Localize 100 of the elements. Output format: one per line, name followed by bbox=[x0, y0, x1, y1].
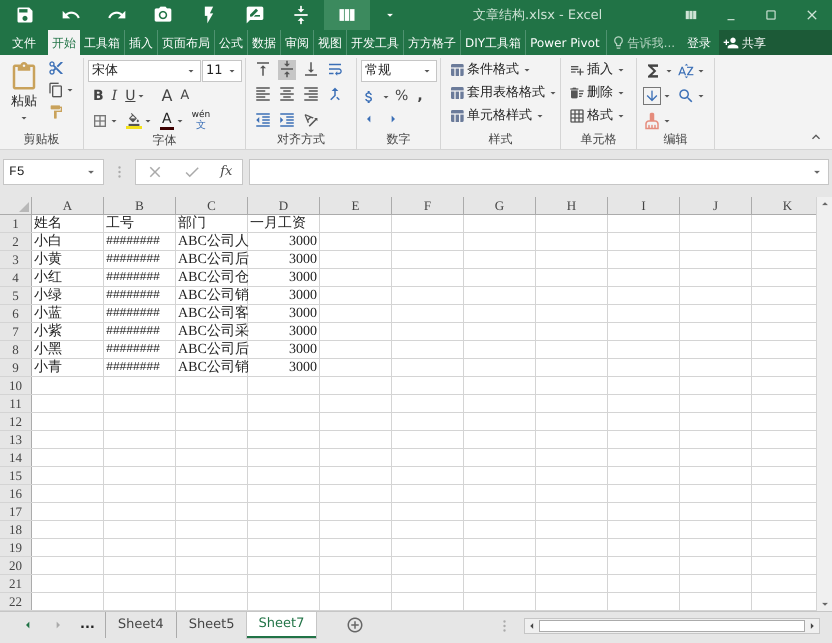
sheet-tab[interactable]: Sheet7 bbox=[246, 612, 316, 638]
column-header[interactable]: H bbox=[536, 197, 608, 214]
table-style-icon bbox=[449, 84, 465, 100]
column-header[interactable]: J bbox=[680, 197, 752, 214]
styles-menu-button[interactable]: 单元格样式 bbox=[449, 106, 559, 125]
column-header[interactable]: I bbox=[608, 197, 680, 214]
row-header[interactable]: 9 bbox=[0, 359, 32, 376]
ribbon-tab[interactable]: 工具箱 bbox=[80, 30, 124, 55]
table-cell: ######## bbox=[104, 269, 176, 286]
row-header[interactable]: 16 bbox=[0, 485, 32, 502]
row-header[interactable]: 20 bbox=[0, 557, 32, 574]
table-cell: ######## bbox=[104, 359, 176, 376]
indent-decrease-icon[interactable] bbox=[254, 110, 272, 129]
border-icon[interactable] bbox=[92, 113, 108, 129]
table-cell: 小蓝 bbox=[32, 305, 104, 322]
row-header[interactable]: 2 bbox=[0, 233, 32, 250]
number-format-field[interactable]: 常规 bbox=[361, 60, 437, 82]
row-header[interactable]: 10 bbox=[0, 377, 32, 394]
row-header[interactable]: 19 bbox=[0, 539, 32, 556]
column-header[interactable]: F bbox=[392, 197, 464, 214]
save-icon bbox=[15, 5, 35, 25]
table-cell: 部门 bbox=[176, 215, 248, 232]
horizontal-scrollbar[interactable] bbox=[524, 618, 820, 634]
insert-function-button[interactable]: fx bbox=[220, 162, 232, 182]
cells-menu-button[interactable]: 删除 bbox=[569, 83, 627, 102]
row-header[interactable]: 7 bbox=[0, 323, 32, 340]
row-header[interactable]: 4 bbox=[0, 269, 32, 286]
align-top-icon[interactable] bbox=[254, 60, 272, 78]
row-header[interactable]: 14 bbox=[0, 449, 32, 466]
group-label: 单元格 bbox=[580, 131, 618, 148]
styles-menu-button[interactable]: 条件格式 bbox=[449, 60, 559, 79]
column-header[interactable]: B bbox=[104, 197, 176, 214]
comment-icon bbox=[245, 5, 265, 25]
grow-font-button[interactable]: A bbox=[161, 84, 172, 108]
bold-button[interactable]: B bbox=[93, 86, 104, 106]
ribbon-tab[interactable]: 开始 bbox=[48, 30, 80, 55]
row-header[interactable]: 18 bbox=[0, 521, 32, 538]
row-header[interactable]: 22 bbox=[0, 593, 32, 610]
align-left-icon[interactable] bbox=[254, 85, 272, 104]
font-name-field[interactable]: 宋体 bbox=[88, 60, 201, 82]
sort-icon[interactable] bbox=[677, 62, 695, 80]
comma-button[interactable]: , bbox=[411, 86, 423, 107]
phonetic-button[interactable]: wén 文 bbox=[192, 111, 210, 131]
group-label: 数字 bbox=[386, 131, 412, 148]
scissors-icon[interactable] bbox=[48, 60, 64, 76]
more-sheets-button[interactable]: ... bbox=[80, 615, 105, 635]
row-header[interactable]: 8 bbox=[0, 341, 32, 358]
vertical-scrollbar[interactable] bbox=[816, 197, 832, 611]
share-button[interactable]: 共享 bbox=[719, 30, 832, 55]
column-header[interactable]: C bbox=[176, 197, 248, 214]
row-header[interactable]: 15 bbox=[0, 467, 32, 484]
align-right-icon[interactable] bbox=[302, 85, 320, 104]
row-header[interactable]: 5 bbox=[0, 287, 32, 304]
person-add-icon bbox=[723, 34, 740, 50]
shrink-font-button[interactable]: A bbox=[180, 86, 190, 106]
sign-in-link[interactable]: 登录 bbox=[679, 30, 720, 55]
align-middle-icon[interactable] bbox=[278, 60, 296, 78]
styles-menu-button[interactable]: 套用表格格式 bbox=[449, 83, 559, 102]
align-bottom-icon[interactable] bbox=[302, 60, 320, 78]
percent-button[interactable]: % bbox=[395, 86, 408, 107]
add-sheet-icon[interactable] bbox=[346, 616, 364, 634]
search-icon[interactable] bbox=[677, 87, 695, 106]
row-header[interactable]: 17 bbox=[0, 503, 32, 520]
row-header[interactable]: 13 bbox=[0, 431, 32, 448]
row-header[interactable]: 3 bbox=[0, 251, 32, 268]
row-header[interactable]: 6 bbox=[0, 305, 32, 322]
column-header[interactable]: E bbox=[320, 197, 392, 214]
align-center-icon[interactable] bbox=[278, 85, 296, 104]
column-header[interactable]: D bbox=[248, 197, 320, 214]
formula-input[interactable] bbox=[249, 159, 829, 185]
row-header[interactable]: 21 bbox=[0, 575, 32, 592]
cells-menu-button[interactable]: 格式 bbox=[569, 106, 627, 125]
ribbon-tab[interactable]: 文件 bbox=[0, 30, 48, 55]
table-style-icon bbox=[449, 108, 465, 124]
maximize-icon[interactable] bbox=[764, 8, 778, 22]
column-header[interactable]: G bbox=[464, 197, 536, 214]
italic-button[interactable]: I bbox=[112, 86, 118, 106]
table-cell: 小红 bbox=[32, 269, 104, 286]
copy-icon[interactable] bbox=[48, 82, 64, 98]
column-header[interactable]: A bbox=[32, 197, 104, 214]
font-color-button[interactable]: A bbox=[160, 112, 174, 130]
fill-color-icon[interactable] bbox=[126, 113, 142, 129]
toolbar-button[interactable] bbox=[324, 0, 370, 30]
row-header[interactable]: 1 bbox=[0, 215, 32, 232]
sheet-tab[interactable]: Sheet4 bbox=[104, 612, 176, 638]
font-size-field[interactable]: 11 bbox=[202, 60, 242, 82]
row-header[interactable]: 12 bbox=[0, 413, 32, 430]
fill-down-icon[interactable] bbox=[643, 87, 661, 106]
indent-increase-icon[interactable] bbox=[278, 110, 296, 129]
underline-button[interactable]: U bbox=[125, 86, 136, 106]
row-header[interactable]: 11 bbox=[0, 395, 32, 412]
table-style-icon bbox=[449, 62, 465, 78]
cells-menu-button[interactable]: 插入 bbox=[569, 60, 627, 79]
table-cell: 3000 bbox=[248, 251, 320, 268]
group-label: 编辑 bbox=[662, 131, 688, 148]
ribbon-display-icon[interactable] bbox=[684, 8, 698, 22]
table-cell: ABC公司客 bbox=[176, 305, 248, 322]
table-cell: ######## bbox=[104, 341, 176, 358]
name-box[interactable]: F5 bbox=[3, 159, 104, 185]
paste-button[interactable]: 粘贴 bbox=[4, 58, 44, 131]
